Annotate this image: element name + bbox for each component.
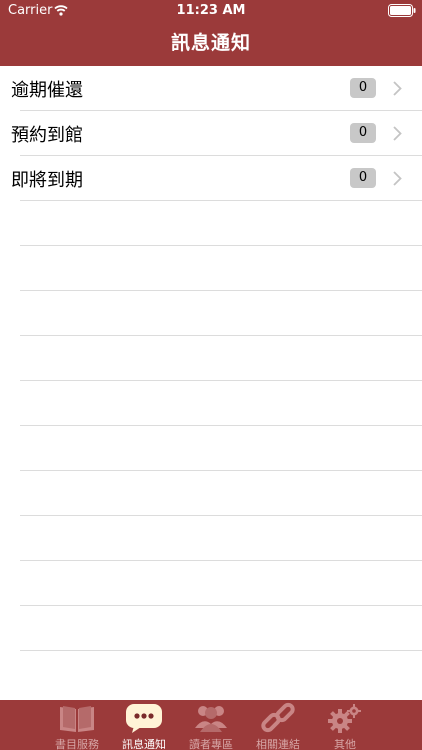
chevron-right-icon (393, 171, 402, 186)
gear-icon (328, 704, 361, 733)
tab-label: 訊息通知 (122, 738, 166, 750)
clock: 11:23 AM (176, 3, 246, 18)
count-badge: 0 (350, 123, 376, 143)
battery-icon (388, 4, 416, 17)
tab-links[interactable]: 相關連結 (247, 700, 309, 750)
empty-row (0, 606, 422, 651)
list-item-due-soon[interactable]: 即將到期 0 (0, 156, 422, 201)
tab-bar: 書目服務 訊息通知 讀者專區 相關連結 其他 (0, 700, 422, 750)
tab-label: 相關連結 (256, 738, 300, 750)
list-item-reservation[interactable]: 預約到館 0 (0, 111, 422, 156)
count-badge: 0 (350, 78, 376, 98)
empty-row (0, 516, 422, 561)
row-label: 預約到館 (11, 125, 83, 146)
status-bar: Carrier 11:23 AM (0, 0, 422, 22)
empty-row (0, 336, 422, 381)
empty-row (0, 561, 422, 606)
notification-list: 逾期催還 0 預約到館 0 即將到期 0 (0, 66, 422, 651)
empty-row (0, 471, 422, 516)
row-label: 逾期催還 (11, 80, 83, 101)
tab-label: 其他 (334, 738, 356, 750)
people-icon (195, 706, 227, 732)
empty-row (0, 426, 422, 471)
tab-other[interactable]: 其他 (314, 700, 376, 750)
list-item-overdue[interactable]: 逾期催還 0 (0, 66, 422, 111)
empty-row (0, 201, 422, 246)
book-icon (60, 706, 94, 732)
tab-catalog[interactable]: 書目服務 (46, 700, 108, 750)
link-icon (261, 702, 295, 733)
tab-label: 書目服務 (55, 738, 99, 750)
tab-reader[interactable]: 讀者專區 (180, 700, 242, 750)
header: Carrier 11:23 AM 訊息通知 (0, 0, 422, 66)
tab-label: 讀者專區 (189, 738, 233, 750)
chevron-right-icon (393, 126, 402, 141)
page-title: 訊息通知 (170, 32, 251, 54)
empty-row (0, 246, 422, 291)
row-label: 即將到期 (11, 170, 83, 191)
message-icon (126, 704, 162, 733)
count-badge: 0 (350, 168, 376, 188)
tab-notifications[interactable]: 訊息通知 (113, 700, 175, 750)
empty-row (0, 381, 422, 426)
empty-row (0, 291, 422, 336)
chevron-right-icon (393, 81, 402, 96)
